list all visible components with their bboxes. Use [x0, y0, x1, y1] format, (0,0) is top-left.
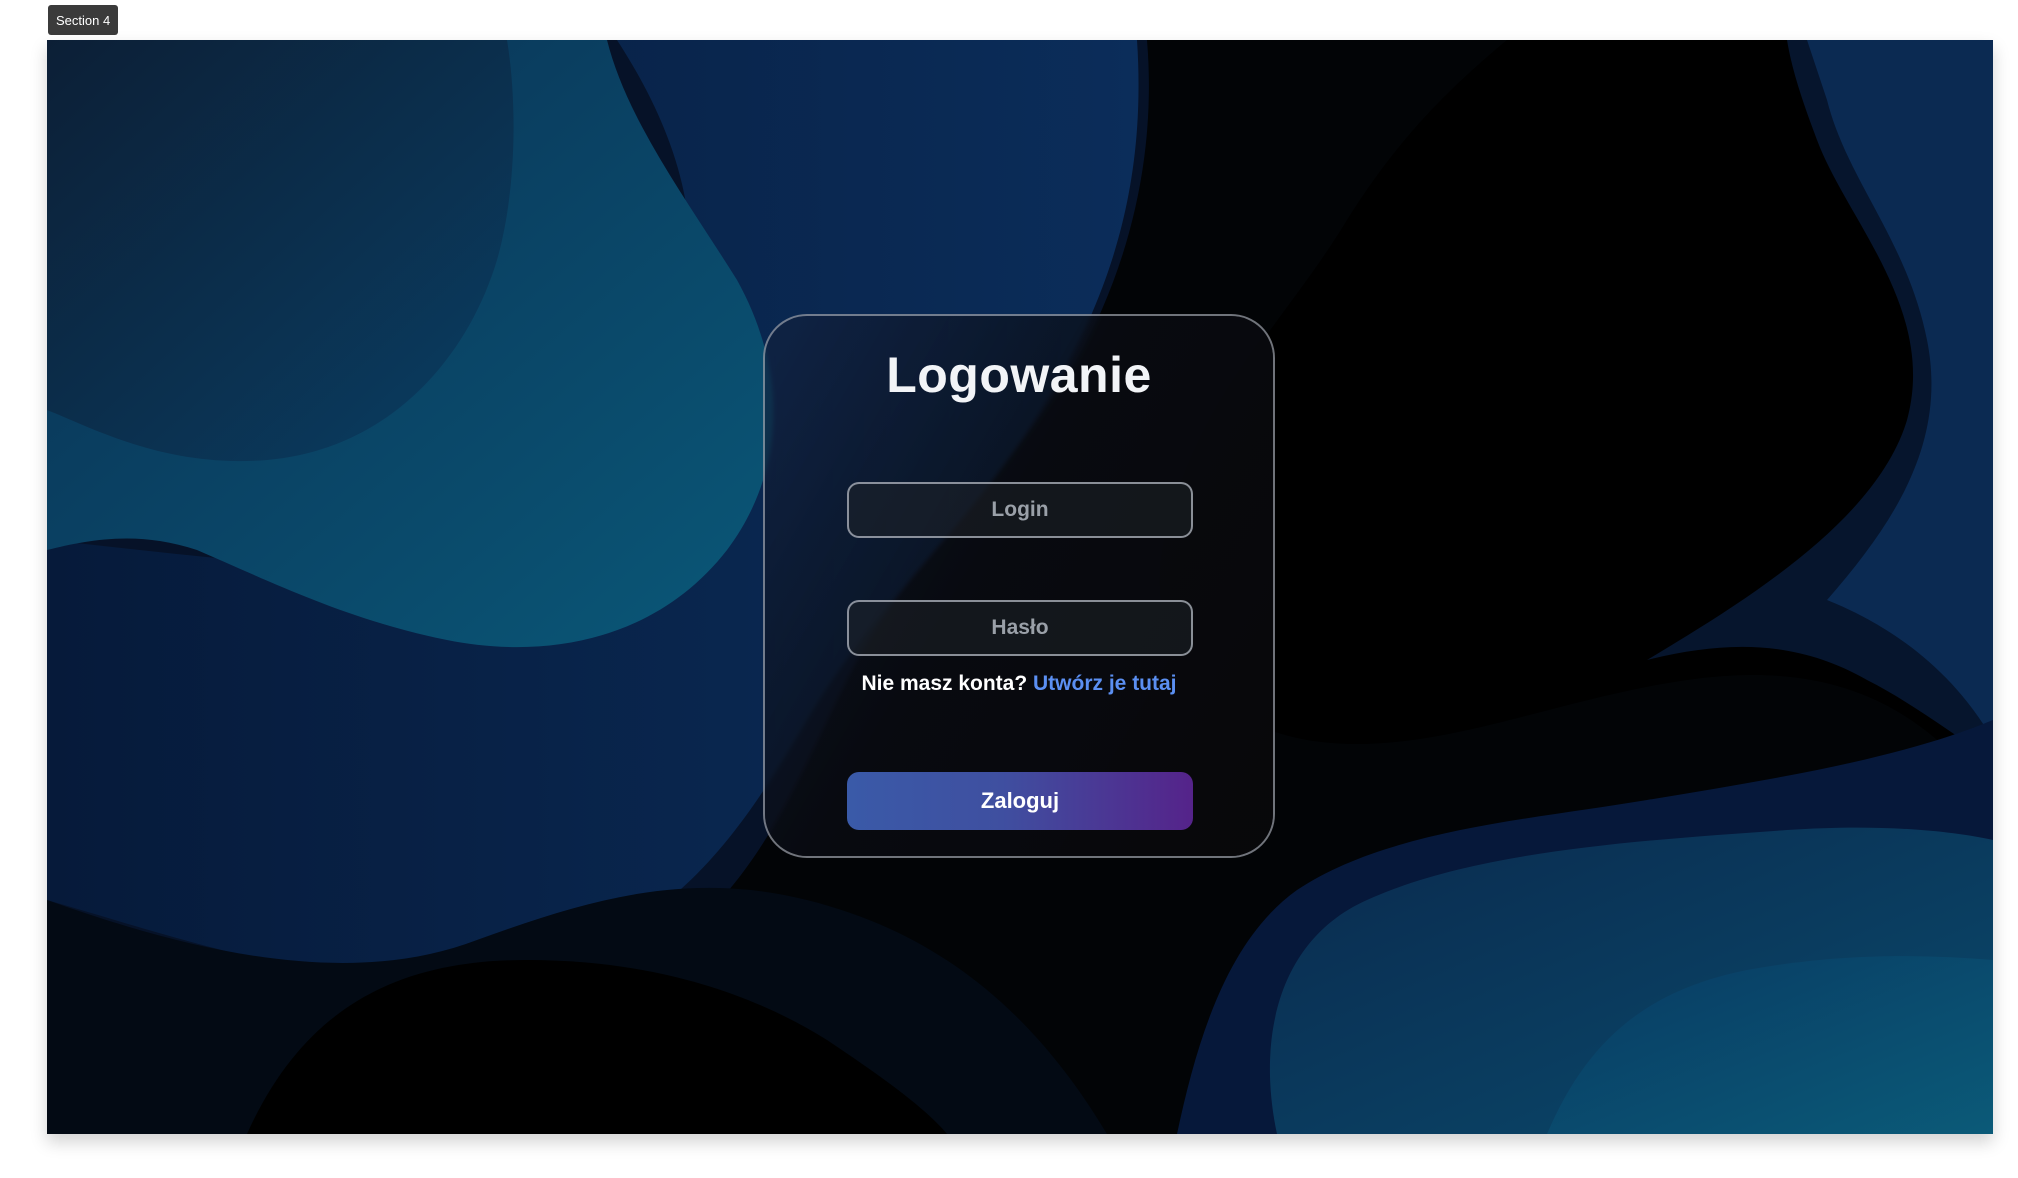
password-input[interactable]: [847, 600, 1193, 656]
no-account-text: Nie masz konta?: [861, 672, 1034, 695]
login-card: Logowanie Nie masz konta? Utwórz je tuta…: [763, 314, 1275, 858]
signup-prompt: Nie masz konta? Utwórz je tutaj: [765, 672, 1273, 696]
login-input[interactable]: [847, 482, 1193, 538]
login-title: Logowanie: [886, 347, 1152, 403]
login-button[interactable]: Zaloguj: [847, 772, 1193, 830]
signup-link[interactable]: Utwórz je tutaj: [1033, 672, 1177, 695]
login-page: Logowanie Nie masz konta? Utwórz je tuta…: [47, 40, 1993, 1134]
section-label: Section 4: [48, 5, 119, 35]
